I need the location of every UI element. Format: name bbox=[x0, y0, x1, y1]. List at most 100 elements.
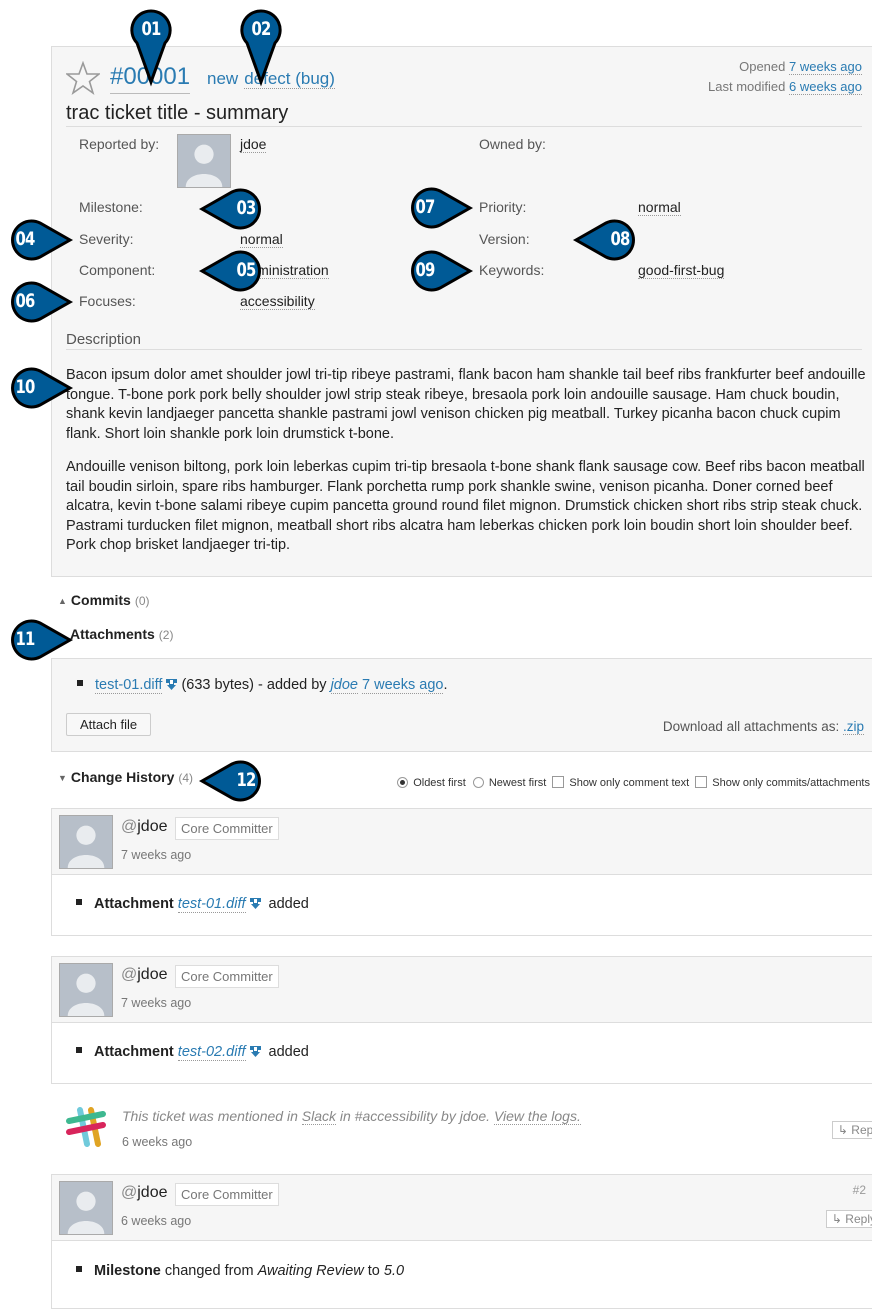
star-icon[interactable] bbox=[66, 61, 100, 95]
priority-value[interactable]: normal bbox=[638, 199, 681, 216]
callout-number: 05 bbox=[236, 259, 256, 281]
divider bbox=[66, 126, 862, 127]
change-history-toggle[interactable]: ▼ Change History (4) bbox=[58, 769, 193, 785]
attachment-author[interactable]: jdoe bbox=[330, 677, 358, 694]
callout-marker: 01 bbox=[126, 8, 176, 88]
keywords-value[interactable]: good-first-bug bbox=[638, 262, 725, 279]
change-text: changed from bbox=[164, 1263, 254, 1279]
description-title: Description bbox=[66, 331, 142, 348]
callout-marker: 02 bbox=[236, 8, 286, 88]
commits-count: (0) bbox=[134, 594, 150, 608]
focuses-value[interactable]: accessibility bbox=[240, 293, 315, 310]
username-text: jdoe bbox=[137, 966, 168, 983]
change-header: @jdoe Core Committer 7 weeks ago bbox=[52, 809, 872, 875]
bullet bbox=[76, 1047, 82, 1053]
slack-logo-icon bbox=[66, 1107, 106, 1147]
attachment-link[interactable]: test-01.diff bbox=[177, 896, 246, 913]
change-line: Attachment test-02.diff added bbox=[76, 1044, 309, 1061]
at-sign: @ bbox=[121, 1184, 138, 1201]
comment-only-checkbox[interactable] bbox=[552, 776, 565, 788]
role-badge: Core Committer bbox=[175, 1183, 279, 1206]
description-paragraph: Andouille venison biltong, pork loin leb… bbox=[66, 459, 865, 553]
attachments-toggle[interactable]: Attachments (2) bbox=[70, 626, 173, 642]
attach-file-button[interactable]: Attach file bbox=[66, 713, 152, 736]
version-label: Version: bbox=[479, 231, 530, 247]
attachments-box: test-01.diff (633 bytes) - added by jdoe … bbox=[51, 658, 872, 752]
change-text: to bbox=[367, 1263, 380, 1279]
commits-only-checkbox[interactable] bbox=[695, 776, 708, 788]
username[interactable]: @jdoe bbox=[121, 818, 168, 836]
reported-by-label: Reported by: bbox=[79, 136, 160, 152]
callout-number: 07 bbox=[415, 196, 435, 218]
download-zip-link[interactable]: .zip bbox=[842, 719, 864, 735]
ticket-status: new bbox=[207, 69, 239, 88]
callout-number: 06 bbox=[15, 290, 35, 312]
comment-only-label: Show only comment text bbox=[569, 777, 690, 789]
attachments-label: Attachments bbox=[70, 626, 155, 642]
attachment-link[interactable]: test-02.diff bbox=[177, 1044, 246, 1061]
owned-by-label: Owned by: bbox=[479, 136, 546, 152]
view-logs-link[interactable]: View the logs. bbox=[493, 1108, 581, 1125]
callout-marker: 08 bbox=[572, 217, 642, 263]
attachment-link[interactable]: test-01.diff bbox=[95, 677, 163, 694]
old-value: Awaiting Review bbox=[257, 1263, 364, 1279]
change-line: Milestone changed from Awaiting Review t… bbox=[76, 1263, 404, 1279]
callout-number: 02 bbox=[251, 18, 271, 40]
callout-marker: 05 bbox=[198, 248, 268, 294]
reply-button[interactable]: ↳ Reply bbox=[825, 1210, 872, 1228]
callout-marker: 10 bbox=[2, 365, 74, 411]
slack-time: 6 weeks ago bbox=[122, 1135, 193, 1149]
bullet bbox=[76, 899, 82, 905]
newest-first-label: Newest first bbox=[488, 777, 547, 789]
callout-marker: 04 bbox=[2, 217, 74, 263]
change-time: 6 weeks ago bbox=[121, 1214, 192, 1228]
reported-by-value[interactable]: jdoe bbox=[240, 136, 267, 153]
callout-marker: 03 bbox=[198, 186, 268, 232]
change-body: Attachment test-02.diff added bbox=[52, 1023, 872, 1083]
download-icon[interactable] bbox=[249, 1046, 261, 1057]
user-avatar bbox=[59, 815, 113, 869]
punctuation: . bbox=[443, 677, 448, 693]
severity-value[interactable]: normal bbox=[240, 231, 283, 248]
description-paragraph: Bacon ipsum dolor amet shoulder jowl tri… bbox=[66, 367, 866, 442]
change-history-count: (4) bbox=[178, 771, 194, 785]
opened-label: Opened bbox=[739, 59, 786, 74]
change-header: @jdoe Core Committer 7 weeks ago bbox=[52, 957, 872, 1023]
ticket-box: #00001 newdefect (bug) Opened 7 weeks ag… bbox=[51, 46, 872, 577]
change-header: @jdoe Core Committer 6 weeks ago #2 ↳ Re… bbox=[52, 1175, 872, 1241]
change-time: 7 weeks ago bbox=[121, 848, 192, 862]
attachments-count: (2) bbox=[158, 628, 174, 642]
opened-link[interactable]: 7 weeks ago bbox=[789, 59, 862, 75]
change-field: Milestone bbox=[94, 1263, 161, 1279]
slack-message: This ticket was mentioned in Slack in #a… bbox=[122, 1108, 581, 1125]
commits-toggle[interactable]: ▲ Commits (0) bbox=[58, 592, 150, 608]
change-body: Attachment test-01.diff added bbox=[52, 875, 872, 935]
username[interactable]: @jdoe bbox=[121, 1184, 168, 1202]
download-icon[interactable] bbox=[166, 679, 178, 690]
change-body: Milestone changed from Awaiting Review t… bbox=[52, 1241, 872, 1301]
attachment-date[interactable]: 7 weeks ago bbox=[362, 677, 444, 694]
change-entry: @jdoe Core Committer 6 weeks ago #2 ↳ Re… bbox=[51, 1174, 872, 1309]
severity-label: Severity: bbox=[79, 231, 134, 247]
commits-label: Commits bbox=[70, 592, 131, 608]
bullet bbox=[76, 1266, 82, 1272]
at-sign: @ bbox=[121, 818, 138, 835]
user-avatar bbox=[59, 963, 113, 1017]
newest-first-radio[interactable] bbox=[472, 777, 484, 788]
modified-link[interactable]: 6 weeks ago bbox=[789, 79, 862, 95]
username[interactable]: @jdoe bbox=[121, 966, 168, 984]
comment-number[interactable]: #2 bbox=[853, 1183, 866, 1197]
oldest-first-radio[interactable] bbox=[397, 777, 409, 788]
change-suffix: added bbox=[268, 1044, 309, 1060]
callout-number: 09 bbox=[415, 259, 435, 281]
slack-text: in #accessibility by jdoe. bbox=[339, 1108, 491, 1124]
download-icon[interactable] bbox=[249, 898, 261, 909]
reply-button[interactable]: ↳ Reply bbox=[831, 1121, 872, 1139]
role-badge: Core Committer bbox=[175, 965, 279, 988]
download-all: Download all attachments as: .zip bbox=[663, 719, 864, 735]
bullet bbox=[77, 680, 83, 686]
slack-mention: This ticket was mentioned in Slack in #a… bbox=[51, 1100, 872, 1166]
callout-marker: 12 bbox=[198, 758, 268, 804]
slack-link[interactable]: Slack bbox=[301, 1108, 336, 1125]
ticket-dates: Opened 7 weeks ago Last modified 6 weeks… bbox=[708, 57, 862, 97]
